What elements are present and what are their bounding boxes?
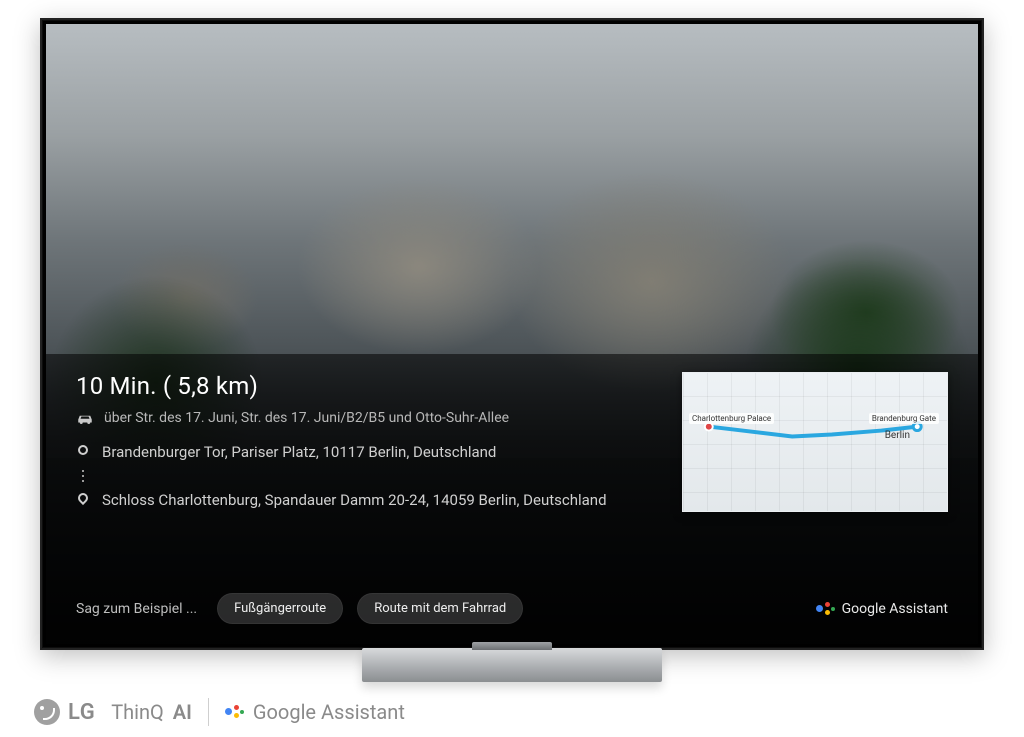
suggestion-prompt: Sag zum Beispiel ... (76, 601, 197, 617)
suggestion-row: Sag zum Beispiel ... Fußgängerroute Rout… (76, 593, 948, 624)
route-points: Brandenburger Tor, Pariser Platz, 10117 … (76, 442, 658, 511)
route-origin-row: Brandenburger Tor, Pariser Platz, 10117 … (76, 442, 658, 462)
brand-divider (208, 698, 209, 726)
map-city-label: Berlin (882, 429, 913, 442)
car-icon (76, 411, 94, 425)
lg-text: LG (68, 700, 95, 725)
thinq-brand: ThinQ AI (111, 700, 192, 724)
route-origin-text: Brandenburger Tor, Pariser Platz, 10117 … (102, 442, 496, 462)
google-assistant-label: Google Assistant (842, 601, 948, 617)
map-route-line (683, 373, 947, 512)
google-assistant-brand: Google Assistant (816, 600, 948, 618)
tv-screen: 10 Min. ( 5,8 km) über Str. des 17. Juni… (46, 24, 978, 644)
suggestion-chip-walking[interactable]: Fußgängerroute (217, 593, 343, 624)
footer-google-assistant: Google Assistant (225, 700, 405, 724)
suggestion-chip-bike[interactable]: Route mit dem Fahrrad (357, 593, 523, 624)
destination-pin-icon (76, 490, 90, 503)
assistant-result-panel: 10 Min. ( 5,8 km) über Str. des 17. Juni… (46, 354, 978, 644)
lg-logo-icon (34, 699, 60, 725)
tv-frame: 10 Min. ( 5,8 km) über Str. des 17. Juni… (40, 18, 984, 650)
origin-dot-icon (76, 442, 90, 455)
route-duration-distance: 10 Min. ( 5,8 km) (76, 372, 658, 400)
map-label-origin: Brandenburg Gate (869, 413, 939, 424)
google-assistant-icon (816, 600, 834, 618)
route-via-row: über Str. des 17. Juni, Str. des 17. Jun… (76, 410, 658, 426)
lg-brand: LG (34, 699, 95, 725)
route-destination-text: Schloss Charlottenburg, Spandauer Damm 2… (102, 490, 607, 510)
google-assistant-icon (225, 703, 243, 721)
footer-google-assistant-label: Google Assistant (253, 700, 405, 724)
footer-brand-row: LG ThinQ AI Google Assistant (34, 698, 405, 726)
route-connector-icon (76, 470, 90, 482)
route-destination-row: Schloss Charlottenburg, Spandauer Damm 2… (76, 490, 658, 510)
tv-stand (362, 648, 662, 682)
map-thumbnail[interactable]: Charlottenburg Palace Brandenburg Gate B… (682, 372, 948, 512)
route-via-text: über Str. des 17. Juni, Str. des 17. Jun… (104, 410, 509, 426)
map-label-destination: Charlottenburg Palace (689, 413, 774, 424)
